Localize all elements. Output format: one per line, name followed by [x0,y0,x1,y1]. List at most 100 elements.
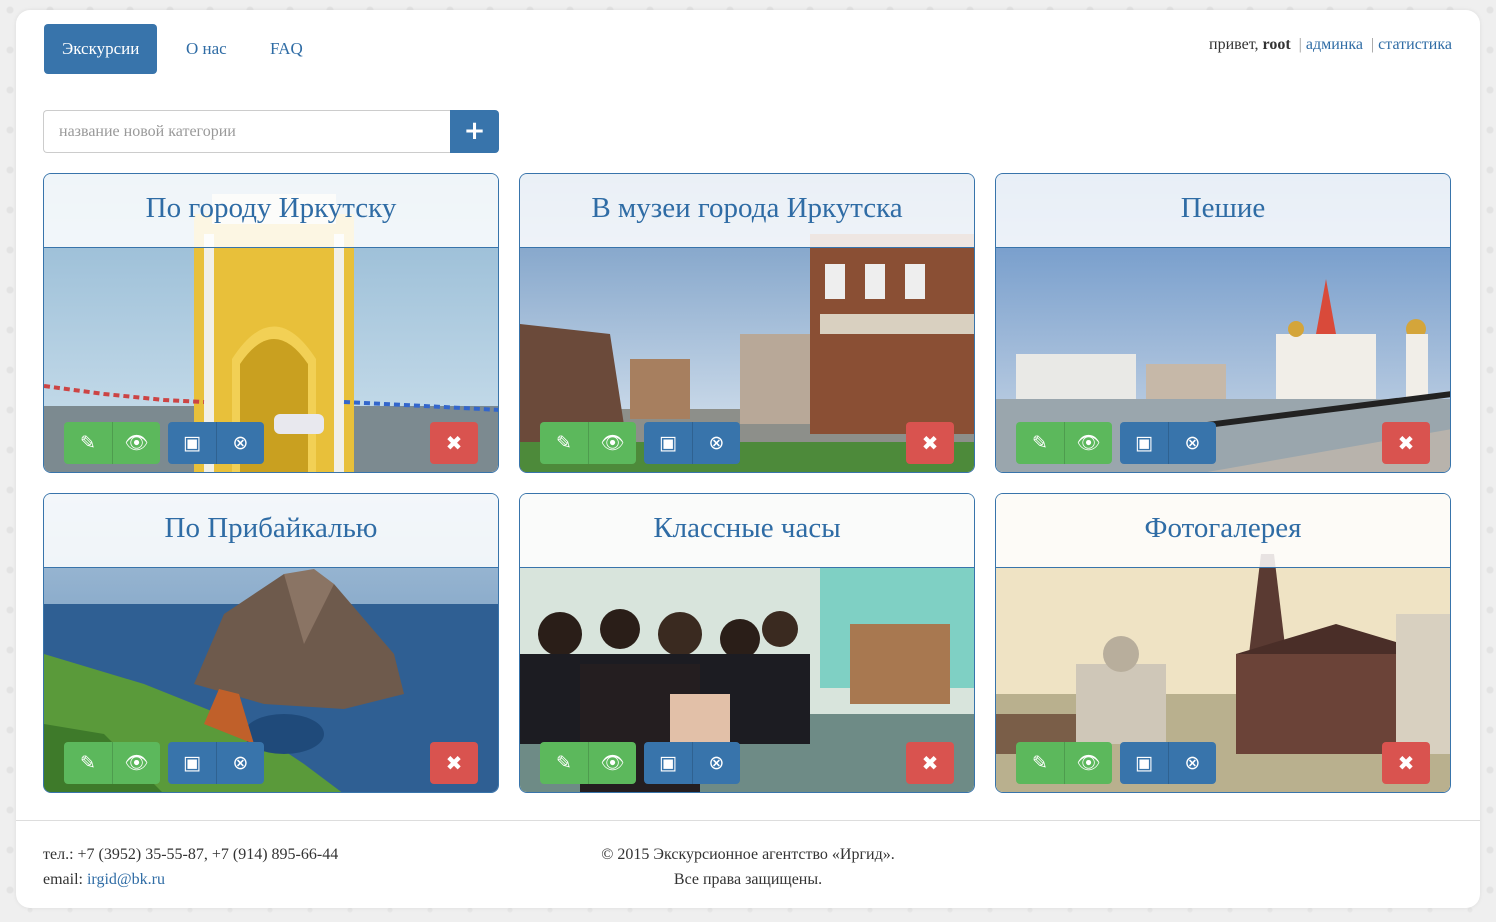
stats-link[interactable]: статистика [1378,36,1452,53]
card-title: Пешие [1180,192,1266,224]
eye-icon: 👁 [124,432,149,454]
image-icon: ▣ [183,752,201,774]
category-card[interactable]: По городу Иркутску ✎ 👁 ▣ ⊗ ✖ [43,173,499,473]
disable-button[interactable]: ⊗ [1168,742,1216,784]
username: root [1262,36,1291,53]
card-title-bar: Фотогалерея [996,494,1450,568]
category-card[interactable]: Классные часы ✎ 👁 ▣ ⊗ ✖ [519,493,975,793]
separator: | [1370,36,1375,53]
delete-button[interactable]: ✖ [430,422,478,464]
card-title-bar: Пешие [996,174,1450,248]
circle-x-icon: ⊗ [1184,432,1201,454]
nav-tab-excursions[interactable]: Экскурсии [44,24,158,74]
delete-button[interactable]: ✖ [430,742,478,784]
disable-button[interactable]: ⊗ [692,422,740,464]
image-button[interactable]: ▣ [1120,742,1168,784]
footer-email-line: email: irgid@bk.ru [43,867,338,892]
image-button[interactable]: ▣ [168,742,216,784]
admin-link[interactable]: админка [1306,36,1363,53]
close-icon: ✖ [445,431,463,455]
eye-icon: 👁 [600,432,625,454]
edit-button[interactable]: ✎ [540,422,588,464]
close-icon: ✖ [1397,431,1415,455]
edit-icon: ✎ [1032,432,1048,454]
card-title: Фотогалерея [1144,512,1302,544]
nav-tab-about[interactable]: О нас [168,24,245,74]
edit-icon: ✎ [556,432,572,454]
close-icon: ✖ [921,751,939,775]
category-card[interactable]: По Прибайкалью ✎ 👁 ▣ ⊗ ✖ [43,493,499,793]
close-icon: ✖ [921,431,939,455]
circle-x-icon: ⊗ [232,752,249,774]
edit-icon: ✎ [80,432,96,454]
card-title: Классные часы [653,512,841,544]
edit-icon: ✎ [556,752,572,774]
category-card[interactable]: В музеи города Иркутска ✎ 👁 ▣ ⊗ ✖ [519,173,975,473]
close-icon: ✖ [1397,751,1415,775]
image-icon: ▣ [1135,432,1153,454]
footer-divider [16,820,1480,821]
card-title-bar: Классные часы [520,494,974,568]
card-title-bar: По городу Иркутску [44,174,498,248]
circle-x-icon: ⊗ [1184,752,1201,774]
footer-email-label: email: [43,871,83,888]
view-button[interactable]: 👁 [588,742,636,784]
edit-button[interactable]: ✎ [1016,422,1064,464]
close-icon: ✖ [445,751,463,775]
disable-button[interactable]: ⊗ [216,422,264,464]
circle-x-icon: ⊗ [708,432,725,454]
delete-button[interactable]: ✖ [1382,742,1430,784]
card-title-bar: В музеи города Иркутска [520,174,974,248]
view-button[interactable]: 👁 [588,422,636,464]
eye-icon: 👁 [1076,752,1101,774]
footer-copyright: © 2015 Экскурсионное агентство «Иргид». … [548,842,948,892]
image-icon: ▣ [659,752,677,774]
card-title: По городу Иркутску [145,192,397,224]
edit-button[interactable]: ✎ [1016,742,1064,784]
image-icon: ▣ [183,432,201,454]
circle-x-icon: ⊗ [708,752,725,774]
edit-button[interactable]: ✎ [64,742,112,784]
eye-icon: 👁 [1076,432,1101,454]
view-button[interactable]: 👁 [1064,422,1112,464]
delete-button[interactable]: ✖ [906,422,954,464]
eye-icon: 👁 [600,752,625,774]
greeting-text: привет, [1209,36,1259,53]
image-icon: ▣ [659,432,677,454]
add-category-form: + [43,110,499,153]
page-container: Экскурсии О нас FAQ привет, root | админк… [16,10,1480,908]
view-button[interactable]: 👁 [112,742,160,784]
user-menu: привет, root | админка | статистика [1209,36,1452,54]
card-title: По Прибайкалью [164,512,378,544]
disable-button[interactable]: ⊗ [216,742,264,784]
category-name-input[interactable] [43,110,450,153]
copyright-text: © 2015 Экскурсионное агентство «Иргид». [601,846,895,863]
card-title-bar: По Прибайкалью [44,494,498,568]
card-title: В музеи города Иркутска [591,192,903,224]
rights-text: Все права защищены. [673,871,823,888]
edit-icon: ✎ [1032,752,1048,774]
footer-email-link[interactable]: irgid@bk.ru [87,871,165,888]
add-category-button[interactable]: + [450,110,499,153]
image-button[interactable]: ▣ [168,422,216,464]
image-icon: ▣ [1135,752,1153,774]
separator: | [1298,36,1302,53]
view-button[interactable]: 👁 [1064,742,1112,784]
disable-button[interactable]: ⊗ [1168,422,1216,464]
delete-button[interactable]: ✖ [906,742,954,784]
edit-button[interactable]: ✎ [540,742,588,784]
delete-button[interactable]: ✖ [1382,422,1430,464]
edit-button[interactable]: ✎ [64,422,112,464]
nav-tab-faq[interactable]: FAQ [252,24,321,74]
category-card[interactable]: Пешие ✎ 👁 ▣ ⊗ ✖ [995,173,1451,473]
image-button[interactable]: ▣ [1120,422,1168,464]
footer-contacts: тел.: +7 (3952) 35-55-87, +7 (914) 895-6… [43,842,338,892]
view-button[interactable]: 👁 [112,422,160,464]
disable-button[interactable]: ⊗ [692,742,740,784]
category-card[interactable]: Фотогалерея ✎ 👁 ▣ ⊗ ✖ [995,493,1451,793]
image-button[interactable]: ▣ [644,742,692,784]
image-button[interactable]: ▣ [644,422,692,464]
footer-phone: тел.: +7 (3952) 35-55-87, +7 (914) 895-6… [43,846,339,863]
plus-icon: + [463,116,486,146]
circle-x-icon: ⊗ [232,432,249,454]
